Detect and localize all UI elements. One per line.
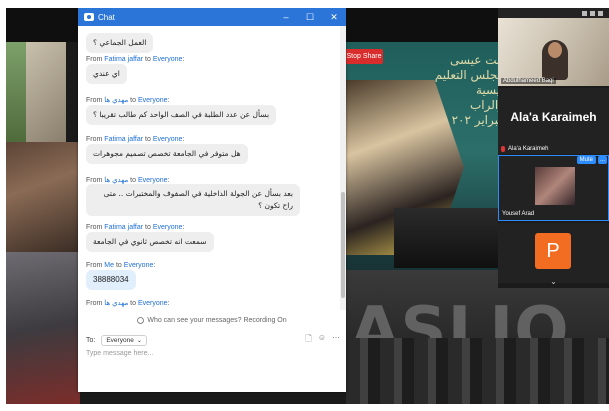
maximize-button[interactable]: ☐ (298, 8, 322, 26)
chat-message: From Fatima jaffar to Everyone: هل متوفر… (86, 136, 248, 164)
slide-line: فبراير ٢٠٢ (451, 113, 504, 127)
chat-message: From مهدي ها to Everyone: بعد بسأل عن ال… (86, 176, 300, 216)
participant-video (542, 40, 568, 80)
chat-titlebar: Chat – ☐ ✕ (78, 8, 346, 26)
collage-photo (6, 142, 80, 252)
collage-photo (6, 252, 80, 404)
slide-line: مجلس التعليم (434, 68, 504, 82)
message-input[interactable]: Type message here... (86, 350, 153, 357)
chat-message: From Fatima jaffar to Everyone: اي عندي (86, 56, 184, 84)
recipient-name[interactable]: Everyone (138, 97, 168, 104)
message-sender: From Fatima jaffar to Everyone: (86, 56, 185, 63)
chat-messages[interactable]: العمل الجماعي ؟ From Fatima jaffar to Ev… (78, 26, 340, 310)
slide-line: ليسية (475, 83, 504, 97)
collage-photo (6, 42, 26, 142)
chat-message: From مهدي ها to Everyone: بسأل عن عدد ال… (86, 96, 277, 125)
participant-name: Abdulhameed Baqi (501, 78, 556, 84)
participant-tile[interactable]: Abdulhameed Baqi (498, 18, 609, 86)
participant-name: Yousef Arad (502, 211, 535, 217)
minimize-button[interactable]: – (274, 8, 298, 26)
participant-tile[interactable]: P (498, 223, 609, 283)
mic-muted-icon (501, 146, 505, 152)
message-bubble: بسأل عن عدد الطلبة في الصف الواحد كم طال… (86, 105, 277, 125)
participant-tile[interactable]: Ala'a Karaimeh Ala'a Karaimeh (498, 88, 609, 154)
crowd-photo (346, 338, 609, 404)
recipient-name[interactable]: Everyone (153, 224, 183, 231)
recipient-select[interactable]: Everyone ⌄ (101, 334, 147, 346)
recipient-row: To: Everyone ⌄ 🗋 ☺ ⋯ (86, 333, 340, 347)
chat-window: Chat – ☐ ✕ العمل الجماعي ؟ From Fatima j… (78, 8, 346, 392)
collage-photo (26, 42, 66, 142)
chat-message: From مهدي ها to Everyone: (86, 299, 169, 307)
participants-panel: Abdulhameed Baqi Ala'a Karaimeh Ala'a Ka… (498, 8, 609, 288)
stop-share-button[interactable]: Stop Share (345, 49, 383, 64)
recipient-name[interactable]: Everyone (153, 56, 183, 63)
message-bubble: العمل الجماعي ؟ (86, 33, 154, 53)
chat-message: From Me to Everyone: 38888034 (86, 262, 155, 290)
privacy-notice[interactable]: Who can see your messages? Recording On (78, 314, 346, 327)
sender-name[interactable]: مهدي ها (104, 300, 128, 307)
message-bubble: اي عندي (86, 64, 127, 84)
participant-photo (535, 167, 575, 205)
sender-name[interactable]: Fatima jaffar (104, 136, 143, 143)
message-sender: From مهدي ها to Everyone: (86, 97, 170, 104)
message-sender: From Fatima jaffar to Everyone: (86, 224, 185, 231)
sender-name[interactable]: Fatima jaffar (104, 56, 143, 63)
sender-name[interactable]: مهدي ها (104, 177, 128, 184)
chat-message: From Fatima jaffar to Everyone: سمعت انه… (86, 224, 214, 252)
privacy-text[interactable]: Who can see your messages? Recording On (147, 317, 286, 324)
view-icon[interactable] (590, 10, 595, 16)
participant-avatar: P (535, 233, 571, 269)
message-sender: From Fatima jaffar to Everyone: (86, 136, 185, 143)
view-controls (498, 8, 609, 18)
recipient-name[interactable]: Everyone (124, 262, 154, 269)
more-options-button[interactable]: ... (597, 156, 607, 164)
message-sender: From مهدي ها to Everyone: (86, 300, 170, 307)
participant-name-row: Ala'a Karaimeh (501, 146, 549, 152)
recipient-name[interactable]: Everyone (138, 300, 168, 307)
view-icon[interactable] (598, 10, 603, 16)
view-icon[interactable] (582, 10, 587, 16)
message-bubble: 38888034 (86, 270, 136, 290)
recipient-name[interactable]: Everyone (153, 136, 183, 143)
close-button[interactable]: ✕ (322, 8, 346, 26)
message-bubble: هل متوفر في الجامعة تخصص تصميم مجوهرات (86, 144, 248, 164)
chat-scrollbar[interactable] (340, 26, 346, 310)
participant-tile[interactable]: Mute ... Yousef Arad (498, 155, 609, 221)
chat-actions: 🗋 ☺ ⋯ (305, 333, 340, 347)
mute-button[interactable]: Mute (576, 156, 596, 164)
file-icon[interactable]: 🗋 (305, 333, 311, 347)
shield-icon (137, 317, 145, 324)
more-icon[interactable]: ⋯ (332, 333, 340, 347)
recipient-select-value: Everyone (106, 336, 134, 344)
message-sender: From Me to Everyone: (86, 262, 156, 269)
scroll-thumb[interactable] (341, 192, 345, 298)
to-label: To: (86, 336, 96, 344)
chat-app-icon (84, 13, 94, 21)
message-bubble: سمعت انه تخصص ثانوي في الجامعة (86, 232, 214, 252)
participant-display-name: Ala'a Karaimeh (510, 110, 597, 124)
chat-message: العمل الجماعي ؟ (86, 32, 154, 53)
message-bubble: بعد بسأل عن الجولة الداخلية في الصفوف وا… (86, 184, 300, 216)
stage-photo (394, 208, 504, 268)
recipient-name[interactable]: Everyone (138, 177, 168, 184)
slide-line: بنت عيسى (449, 53, 504, 67)
sender-name[interactable]: Fatima jaffar (104, 224, 143, 231)
slide-text: بنت عيسى مجلس التعليم ليسية والراب فبراي… (414, 53, 504, 203)
participant-name: Ala'a Karaimeh (508, 146, 549, 152)
sender-name[interactable]: Me (104, 262, 114, 269)
slide-line: والراب (469, 98, 504, 112)
sender-name[interactable]: مهدي ها (104, 97, 128, 104)
chevron-down-icon[interactable]: ⌄ (498, 277, 609, 288)
message-sender: From مهدي ها to Everyone: (86, 177, 170, 184)
chat-title: Chat (98, 12, 115, 22)
emoji-icon[interactable]: ☺ (318, 333, 326, 347)
chevron-down-icon: ⌄ (136, 337, 142, 344)
meeting-window: ASLIO بنت عيسى مجلس التعليم ليسية والراب… (6, 8, 609, 404)
